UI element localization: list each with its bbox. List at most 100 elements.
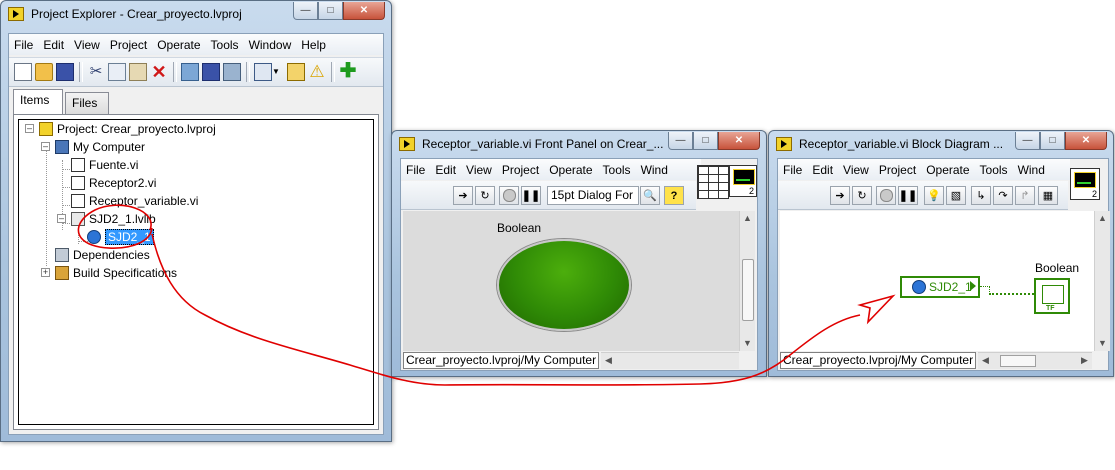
search-icon[interactable]: 🔍: [640, 186, 660, 205]
minimize-button[interactable]: —: [293, 2, 318, 20]
properties-icon[interactable]: [287, 63, 305, 81]
menu-edit[interactable]: Edit: [807, 163, 838, 177]
horizontal-scrollbar[interactable]: ◀: [601, 352, 739, 369]
tree-item-build-specifications[interactable]: Build Specifications: [55, 264, 177, 282]
tree-item-my-computer[interactable]: My Computer: [55, 138, 145, 156]
build-icon[interactable]: [223, 63, 241, 81]
tree-item-vi[interactable]: Fuente.vi: [71, 156, 138, 174]
menu-bar: File Edit View Project Operate Tools Win…: [9, 34, 383, 55]
menu-view[interactable]: View: [461, 163, 497, 177]
shared-variable-node[interactable]: SJD2_1: [900, 276, 980, 298]
menu-operate[interactable]: Operate: [544, 163, 597, 177]
menu-help[interactable]: Help: [296, 38, 331, 52]
menu-window[interactable]: Wind: [1013, 163, 1050, 177]
save-project-icon[interactable]: [202, 63, 220, 81]
menu-file[interactable]: File: [9, 38, 38, 52]
front-panel-titlebar[interactable]: Receptor_variable.vi Front Panel on Crea…: [392, 131, 766, 157]
boolean-wire[interactable]: [989, 293, 1034, 295]
retain-wire-values-icon[interactable]: ▧: [946, 186, 966, 205]
menu-operate[interactable]: Operate: [921, 163, 974, 177]
horizontal-scrollbar[interactable]: ◀ ▶: [978, 352, 1092, 369]
delete-icon[interactable]: ✕: [150, 63, 168, 81]
menu-operate[interactable]: Operate: [152, 38, 205, 52]
menu-tools[interactable]: Tools: [598, 163, 636, 177]
maximize-button[interactable]: □: [1040, 132, 1065, 150]
menu-tools[interactable]: Tools: [975, 163, 1013, 177]
menu-edit[interactable]: Edit: [430, 163, 461, 177]
expander-library[interactable]: –: [57, 214, 66, 223]
abort-icon[interactable]: [876, 186, 896, 205]
menu-window[interactable]: Wind: [636, 163, 673, 177]
tree-item-vi[interactable]: Receptor_variable.vi: [71, 192, 198, 210]
menu-window[interactable]: Window: [244, 38, 297, 52]
step-out-icon[interactable]: ↱: [1015, 186, 1035, 205]
maximize-button[interactable]: □: [318, 2, 343, 20]
close-button[interactable]: ✕: [1065, 132, 1107, 150]
view-dropdown-icon[interactable]: ▼: [272, 63, 282, 81]
project-explorer-titlebar[interactable]: Project Explorer - Crear_proyecto.lvproj…: [1, 1, 391, 27]
block-diagram-titlebar[interactable]: Receptor_variable.vi Block Diagram ... —…: [769, 131, 1113, 157]
open-folder-icon[interactable]: [35, 63, 53, 81]
menu-tools[interactable]: Tools: [206, 38, 244, 52]
close-button[interactable]: ✕: [718, 132, 760, 150]
menu-view[interactable]: View: [838, 163, 874, 177]
labview-icon: [776, 137, 792, 151]
warning-icon[interactable]: ⚠: [308, 63, 326, 81]
font-select[interactable]: 15pt Dialog For: [547, 186, 639, 205]
vertical-scrollbar[interactable]: ▲ ▼: [1094, 211, 1110, 351]
run-arrow-icon[interactable]: ➔: [830, 186, 850, 205]
expander-project[interactable]: –: [25, 124, 34, 133]
step-into-icon[interactable]: ↳: [971, 186, 991, 205]
vi-icon: [71, 176, 85, 190]
front-panel-client: File Edit View Project Operate Tools Win…: [400, 158, 758, 371]
new-file-icon[interactable]: [14, 63, 32, 81]
run-continuously-icon[interactable]: ↻: [475, 186, 495, 205]
menu-edit[interactable]: Edit: [38, 38, 69, 52]
menu-file[interactable]: File: [401, 163, 430, 177]
vertical-scrollbar[interactable]: ▲ ▼: [739, 211, 755, 351]
add-plus-icon[interactable]: ✚: [339, 61, 357, 81]
connector-pane[interactable]: [697, 165, 729, 199]
paste-icon[interactable]: [129, 63, 147, 81]
menu-project[interactable]: Project: [497, 163, 544, 177]
add-file-icon[interactable]: [181, 63, 199, 81]
menu-project[interactable]: Project: [874, 163, 921, 177]
tab-files[interactable]: Files: [65, 92, 109, 114]
help-icon[interactable]: ?: [664, 186, 684, 205]
view-options-icon[interactable]: [254, 63, 272, 81]
tab-items[interactable]: Items: [13, 89, 63, 115]
tree-item-library[interactable]: SJD2_1.lvlib: [71, 210, 156, 228]
save-all-icon[interactable]: [56, 63, 74, 81]
tree-item-vi[interactable]: Receptor2.vi: [71, 174, 156, 192]
menu-view[interactable]: View: [69, 38, 105, 52]
tree-item-project[interactable]: Project: Crear_proyecto.lvproj: [39, 120, 216, 138]
minimize-button[interactable]: —: [668, 132, 693, 150]
vi-icon-pane[interactable]: 2: [1070, 168, 1100, 200]
run-arrow-icon[interactable]: ➔: [453, 186, 473, 205]
boolean-indicator-terminal[interactable]: TF: [1034, 278, 1070, 314]
clean-up-diagram-icon[interactable]: ▦: [1038, 186, 1058, 205]
maximize-button[interactable]: □: [693, 132, 718, 150]
expander-build[interactable]: +: [41, 268, 50, 277]
node-label: SJD2_1: [929, 280, 972, 294]
vi-icon-pane[interactable]: 2: [729, 165, 757, 197]
step-over-icon[interactable]: ↷: [993, 186, 1013, 205]
shared-variable-icon: [912, 280, 926, 294]
expander-computer[interactable]: –: [41, 142, 50, 151]
output-arrow-icon: [970, 281, 976, 291]
boolean-led[interactable]: [497, 239, 631, 331]
tree-item-dependencies[interactable]: Dependencies: [55, 246, 150, 264]
pause-icon[interactable]: ❚❚: [521, 186, 541, 205]
highlight-execution-icon[interactable]: 💡: [924, 186, 944, 205]
copy-icon[interactable]: [108, 63, 126, 81]
pause-icon[interactable]: ❚❚: [898, 186, 918, 205]
menu-project[interactable]: Project: [105, 38, 152, 52]
front-panel-toolbar: ➔ ↻ ❚❚ 15pt Dialog For 🔍 ?: [401, 181, 696, 210]
tree-item-shared-variable[interactable]: SJD2_1: [87, 228, 154, 246]
close-button[interactable]: ✕: [343, 2, 385, 20]
menu-file[interactable]: File: [778, 163, 807, 177]
cut-icon[interactable]: ✂: [87, 63, 105, 81]
minimize-button[interactable]: —: [1015, 132, 1040, 150]
run-continuously-icon[interactable]: ↻: [852, 186, 872, 205]
abort-icon[interactable]: [499, 186, 519, 205]
